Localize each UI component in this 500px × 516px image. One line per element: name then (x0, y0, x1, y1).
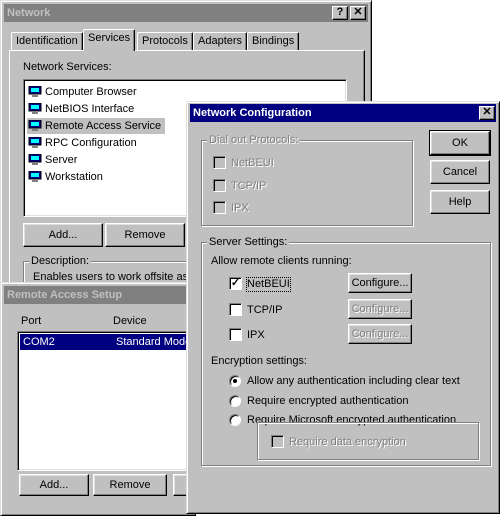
dialout-ipx-checkbox[interactable] (213, 201, 226, 214)
configure-ipx-button[interactable]: Configure... (348, 324, 412, 344)
require-data-encryption-checkbox[interactable] (271, 435, 284, 448)
dialout-netbeui-checkbox[interactable] (213, 156, 226, 169)
close-icon[interactable]: ✕ (350, 6, 366, 20)
server-netbeui-label: NetBEUI (246, 277, 291, 292)
configure-netbeui-button[interactable]: Configure... (348, 273, 412, 293)
tab-protocols[interactable]: Protocols (137, 32, 193, 50)
network-service-icon (28, 103, 42, 114)
list-item[interactable]: Server (27, 152, 77, 168)
network-title: Network (7, 7, 51, 19)
server-ipx-label: IPX (247, 329, 265, 341)
port-cell: COM2 (23, 336, 55, 348)
device-column-header: Device (113, 315, 147, 327)
ports-list[interactable]: COM2 Standard Mode (17, 331, 197, 471)
network-service-icon (28, 86, 42, 97)
add-service-button[interactable]: Add... (23, 223, 103, 247)
port-column-header: Port (21, 315, 42, 327)
network-service-icon (28, 137, 42, 148)
ras-title: Remote Access Setup (7, 289, 123, 301)
list-item[interactable]: NetBIOS Interface (27, 101, 134, 117)
allow-any-auth-radio[interactable] (229, 375, 241, 387)
dialout-label: Dial out Protocols: (207, 134, 301, 146)
allow-any-auth-label: Allow any authentication including clear… (247, 375, 460, 387)
allow-clients-label: Allow remote clients running: (211, 255, 352, 267)
require-encrypted-auth-radio[interactable] (229, 395, 241, 407)
table-row[interactable]: COM2 Standard Mode (20, 334, 196, 350)
server-settings-label: Server Settings: (207, 236, 290, 248)
netconfig-title: Network Configuration (193, 107, 312, 119)
ras-titlebar[interactable]: Remote Access Setup (4, 286, 192, 304)
remote-access-setup-window: Remote Access Setup Port Device COM2 Sta… (0, 282, 203, 516)
close-icon[interactable]: ✕ (479, 106, 495, 120)
network-service-icon (28, 120, 42, 131)
description-label: Description: (29, 255, 92, 267)
network-services-label: Network Services: (23, 61, 112, 73)
dialout-tcpip-label: TCP/IP (231, 180, 267, 192)
server-ipx-checkbox[interactable] (229, 328, 242, 341)
help-title-button[interactable]: ? (332, 6, 348, 20)
device-cell: Standard Mode (116, 336, 192, 348)
require-encrypted-auth-label: Require encrypted authentication (247, 395, 409, 407)
list-item[interactable]: RPC Configuration (27, 135, 137, 151)
require-data-encryption-label: Require data encryption (289, 436, 406, 448)
remove-service-button[interactable]: Remove (105, 223, 185, 247)
netconfig-titlebar[interactable]: Network Configuration ✕ (190, 104, 496, 122)
tab-services[interactable]: Services (83, 29, 136, 51)
network-titlebar[interactable]: Network ? ✕ (4, 4, 368, 22)
dialout-tcpip-checkbox[interactable] (213, 179, 226, 192)
help-button[interactable]: Help (430, 190, 490, 214)
server-tcpip-checkbox[interactable] (229, 303, 242, 316)
configure-tcpip-button[interactable]: Configure... (348, 299, 412, 319)
dialout-netbeui-label: NetBEUI (231, 157, 274, 169)
list-item[interactable]: Computer Browser (27, 84, 137, 100)
ras-add-button[interactable]: Add... (19, 474, 89, 496)
network-service-icon (28, 171, 42, 182)
list-item-selected[interactable]: Remote Access Service (27, 118, 166, 134)
tab-adapters[interactable]: Adapters (193, 32, 248, 50)
server-tcpip-label: TCP/IP (247, 304, 283, 316)
tab-bindings[interactable]: Bindings (247, 32, 300, 50)
cancel-button[interactable]: Cancel (430, 160, 490, 184)
ras-remove-button[interactable]: Remove (93, 474, 167, 496)
list-item[interactable]: Workstation (27, 169, 103, 185)
network-service-icon (28, 154, 42, 165)
require-ms-encrypted-auth-radio[interactable] (229, 414, 241, 426)
dialout-ipx-label: IPX (231, 202, 249, 214)
encryption-settings-label: Encryption settings: (211, 355, 307, 367)
tab-identification[interactable]: Identification (11, 32, 83, 50)
network-configuration-dialog: Network Configuration ✕ Dial out Protoco… (186, 101, 500, 514)
ok-button[interactable]: OK (429, 130, 491, 156)
server-netbeui-checkbox[interactable]: ✓ (229, 277, 242, 290)
